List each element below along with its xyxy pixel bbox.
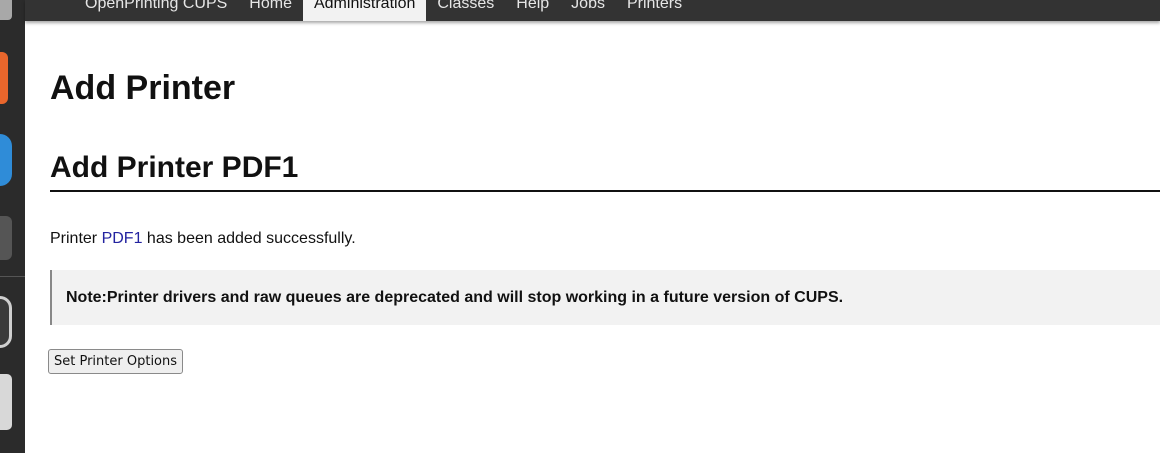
dock-app-icon[interactable]: [0, 216, 12, 260]
dock-app-icon[interactable]: [0, 374, 12, 430]
page-title: Add Printer: [50, 69, 236, 107]
dock: [0, 0, 25, 453]
top-navigation: OpenPrinting CUPS Home Administration Cl…: [25, 0, 1160, 21]
nav-item-openprinting-cups[interactable]: OpenPrinting CUPS: [74, 0, 238, 17]
success-message: Printer PDF1 has been added successfully…: [50, 229, 356, 249]
deprecation-note: Note:Printer drivers and raw queues are …: [50, 270, 1160, 325]
nav-item-administration[interactable]: Administration: [302, 0, 427, 21]
nav-item-jobs[interactable]: Jobs: [560, 0, 616, 17]
nav-item-home[interactable]: Home: [238, 0, 303, 17]
dock-app-icon[interactable]: [0, 52, 8, 104]
nav-item-printers[interactable]: Printers: [616, 0, 693, 17]
printer-link[interactable]: PDF1: [102, 230, 143, 247]
message-suffix: has been added successfully.: [142, 230, 356, 247]
message-prefix: Printer: [50, 230, 102, 247]
section-title: Add Printer PDF1: [50, 150, 1160, 192]
dock-app-icon[interactable]: [0, 134, 12, 186]
nav-item-classes[interactable]: Classes: [426, 0, 505, 17]
dock-separator: [0, 276, 25, 277]
nav-item-help[interactable]: Help: [505, 0, 560, 17]
set-printer-options-button[interactable]: Set Printer Options: [48, 349, 184, 374]
dock-app-icon[interactable]: [0, 296, 12, 348]
dock-app-icon[interactable]: [0, 0, 12, 20]
